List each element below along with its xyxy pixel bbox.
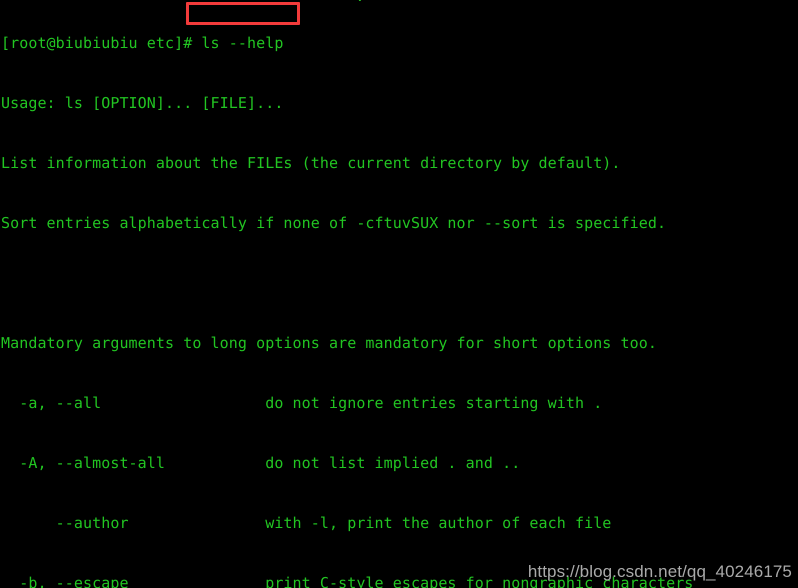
output-line: -A, --almost-all do not list implied . a… [1,454,521,472]
output-line: Sort entries alphabetically if none of -… [1,214,667,232]
output-line: Usage: ls [OPTION]... [FILE]... [1,94,284,112]
output-line: --author with -l, print the author of ea… [1,514,612,532]
output-line: -a, --all do not ignore entries starting… [1,394,603,412]
output-line-blank [0,273,798,293]
blog-watermark: https://blog.csdn.net/qq_40246175 [527,562,792,581]
terminal-window[interactable]: . [root@biubiubiu etc]# ls --help Usage:… [0,0,798,588]
output-line: Mandatory arguments to long options are … [1,334,657,352]
terminal-output-area[interactable]: [root@biubiubiu etc]# ls --help Usage: l… [0,0,798,588]
prompt-line: [root@biubiubiu etc]# ls --help [1,34,284,52]
output-line: List information about the FILEs (the cu… [1,154,621,172]
